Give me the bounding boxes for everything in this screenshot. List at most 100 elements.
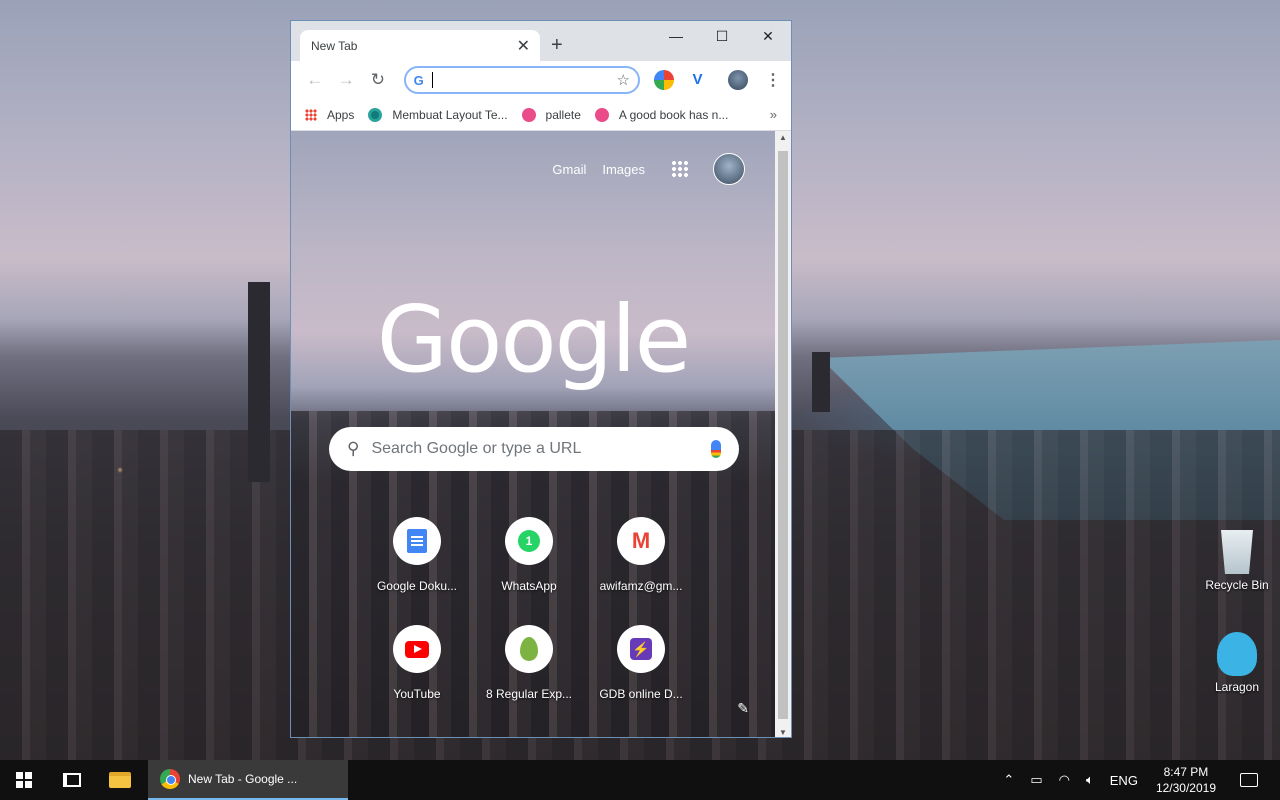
dribbble-icon [521,107,536,122]
chrome-menu-icon[interactable]: ⋮ [765,70,781,90]
recycle-bin-label: Recycle Bin [1205,578,1269,592]
taskbar-chrome-label: New Tab - Google ... [188,772,298,786]
shortcut-tile[interactable]: YouTube [361,625,473,701]
google-g-icon: G [413,72,424,88]
chevron-up-icon[interactable]: ⌃ [1003,772,1014,788]
bookmark-good-book[interactable]: A good book has n... [594,107,729,122]
browser-toolbar: ← → ↻ G ☆ V ⋮ [291,61,791,99]
apps-grid-icon [305,108,317,121]
search-placeholder: Search Google or type a URL [371,440,582,457]
minimize-button[interactable]: — [653,27,699,45]
scroll-down-icon[interactable]: ▼ [775,728,791,737]
file-explorer-button[interactable] [96,760,144,800]
bookmark-membuat-layout[interactable]: Membuat Layout Te... [368,107,508,122]
shortcut-tile[interactable]: 8 Regular Exp... [473,625,585,701]
color-picker-extension-icon[interactable] [653,70,674,90]
bookmark-star-icon[interactable]: ☆ [617,71,630,89]
google-apps-icon[interactable] [671,160,689,178]
bookmarks-bar: Apps Membuat Layout Te... pallete A good… [291,99,791,131]
battery-icon[interactable]: ▭ [1030,772,1042,788]
chrome-icon [160,769,180,789]
profile-avatar-button[interactable] [727,69,749,91]
shortcut-label: Google Doku... [376,579,458,593]
scrollbar-thumb[interactable] [778,151,788,719]
shortcut-label: YouTube [393,687,441,701]
windows-icon [16,772,32,788]
bookmark-pallete[interactable]: pallete [521,107,581,122]
leaf-icon [520,637,538,661]
laragon-icon [1217,632,1257,676]
task-view-button[interactable] [48,760,96,800]
whatsapp-icon: 1 [518,530,540,552]
tab-close-icon[interactable]: ✕ [517,36,530,56]
clock-date: 12/30/2019 [1155,781,1216,795]
bookmark-label: pallete [545,107,581,122]
shortcut-label: WhatsApp [501,579,557,593]
system-tray: ⌃ ▭ ◠ 🔈︎ ENG 8:47 PM 12/30/2019 [995,760,1280,800]
shortcut-tile[interactable]: ⚡ GDB online D... [585,625,697,701]
title-bar[interactable]: New Tab ✕ + — ☐ ✕ [291,21,791,61]
new-tab-button[interactable]: + [551,35,563,55]
shortcut-tile[interactable]: 1 WhatsApp [473,517,585,593]
volume-icon[interactable]: 🔈︎ [1086,772,1094,788]
folder-icon [109,772,131,788]
images-link[interactable]: Images [602,162,645,177]
clock-time: 8:47 PM [1163,765,1209,779]
wifi-icon[interactable]: ◠ [1059,772,1070,788]
youtube-icon [405,640,429,658]
gdb-icon: ⚡ [630,638,652,660]
shortcut-label: 8 Regular Exp... [485,687,573,701]
tab-new-tab[interactable]: New Tab ✕ [300,30,540,61]
shortcut-circle [393,517,441,565]
recycle-bin-desktop-icon[interactable]: Recycle Bin [1202,530,1272,592]
taskbar-chrome-item[interactable]: New Tab - Google ... [148,760,348,800]
new-tab-page: Gmail Images Google ⚲ Search Google or t… [291,131,775,737]
google-docs-icon [407,529,427,553]
bookmark-apps[interactable]: Apps [305,108,354,122]
shortcut-label: GDB online D... [599,687,683,701]
gmail-link[interactable]: Gmail [552,162,586,177]
search-box[interactable]: ⚲ Search Google or type a URL [329,427,739,471]
close-window-button[interactable]: ✕ [745,27,791,45]
shortcut-tile[interactable]: Google Doku... [361,517,473,593]
account-avatar[interactable] [713,153,745,185]
customize-pencil-icon[interactable]: ✎ [737,700,749,717]
shortcut-label: awifamz@gm... [599,579,683,593]
shortcut-circle: M [617,517,665,565]
start-button[interactable] [0,760,48,800]
wallpaper-tower [248,282,270,482]
newtab-top-links: Gmail Images [536,153,745,185]
clock[interactable]: 8:47 PM 12/30/2019 [1156,764,1216,796]
address-bar[interactable]: G ☆ [403,66,640,94]
task-view-icon [63,773,81,787]
reload-button[interactable]: ↻ [364,66,392,94]
site-icon [368,107,383,122]
chrome-window: New Tab ✕ + — ☐ ✕ ← → ↻ G ☆ V ⋮ Apps Mem… [290,20,792,738]
language-indicator[interactable]: ENG [1110,773,1138,788]
back-button[interactable]: ← [301,66,329,94]
dribbble-icon [594,107,609,122]
forward-button[interactable]: → [333,66,361,94]
wallpaper-tower [812,352,830,412]
maximize-button[interactable]: ☐ [699,27,745,45]
shortcut-tile[interactable]: M awifamz@gm... [585,517,697,593]
notification-icon[interactable] [1240,773,1258,787]
bookmark-label: Membuat Layout Te... [392,107,508,122]
scroll-up-icon[interactable]: ▲ [775,133,791,142]
v-extension-icon[interactable]: V [687,70,708,90]
google-logo: Google [376,286,691,393]
taskbar: New Tab - Google ... ⌃ ▭ ◠ 🔈︎ ENG 8:47 P… [0,760,1280,800]
shortcut-circle: ⚡ [617,625,665,673]
page-scrollbar[interactable]: ▲ ▼ [775,131,791,737]
bookmark-label: A good book has n... [618,107,729,122]
tab-title: New Tab [311,38,358,53]
bookmarks-overflow-icon[interactable]: » [770,107,777,122]
microphone-icon[interactable] [711,440,721,458]
laragon-desktop-icon[interactable]: Laragon [1202,632,1272,694]
search-icon: ⚲ [347,439,360,458]
shortcut-circle [393,625,441,673]
shortcut-circle: 1 [505,517,553,565]
recycle-bin-icon [1221,530,1253,574]
shortcut-tiles: Google Doku... 1 WhatsApp M awifamz@gm..… [361,517,721,701]
gmail-icon: M [631,528,651,553]
